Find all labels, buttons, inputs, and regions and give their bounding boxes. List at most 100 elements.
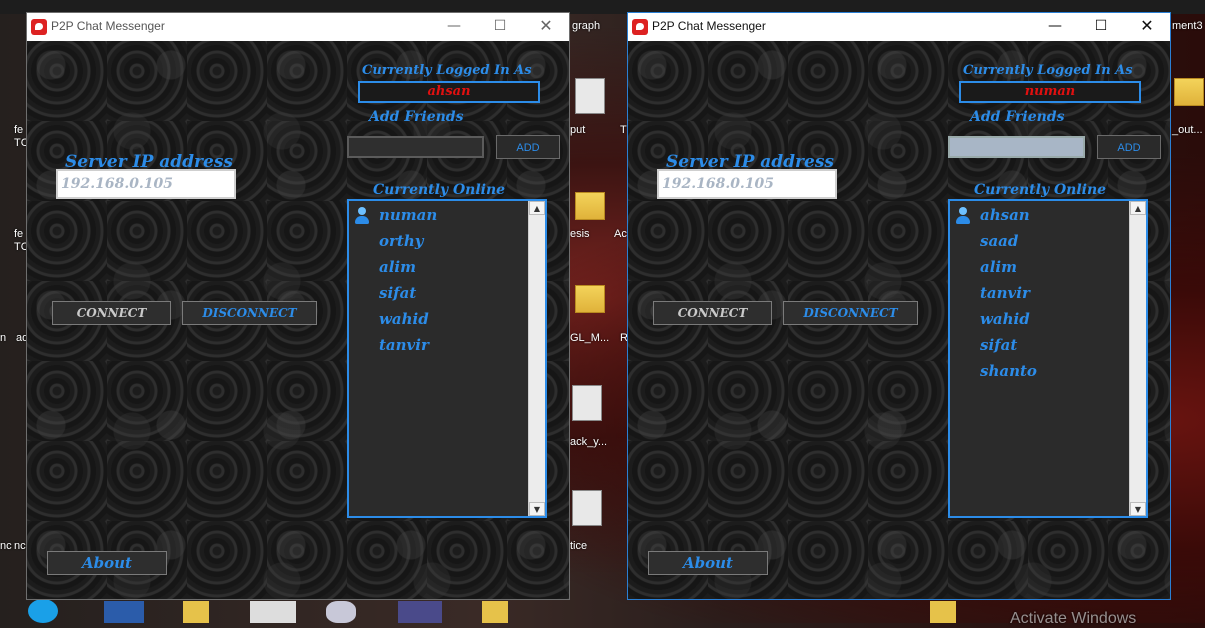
folder-icon[interactable]	[482, 601, 508, 623]
online-users-list[interactable]: ahsan saad alim tanvir wahid sifat shant…	[948, 199, 1148, 518]
desktop-file-icon[interactable]	[572, 490, 602, 526]
online-user-item[interactable]: wahid	[950, 307, 1128, 333]
online-user-name: alim	[379, 258, 416, 276]
desktop-file-icon[interactable]	[572, 385, 602, 421]
title-bar[interactable]: P2P Chat Messenger — ☐ ✕	[27, 13, 569, 41]
scroll-up-arrow-icon[interactable]: ▲	[1130, 201, 1146, 215]
add-friend-input[interactable]	[948, 136, 1085, 158]
logged-in-label: Currently Logged In As	[963, 63, 1133, 78]
desktop-label: esis	[570, 228, 590, 240]
desktop-label: GL_M...	[570, 332, 610, 344]
scroll-down-arrow-icon[interactable]: ▼	[1130, 502, 1146, 516]
server-ip-input[interactable]: 192.168.0.105	[56, 169, 236, 199]
maximize-button[interactable]: ☐	[1078, 13, 1124, 41]
logged-in-label: Currently Logged In As	[362, 63, 532, 78]
word-document-icon[interactable]	[104, 601, 144, 623]
currently-online-label: Currently Online	[373, 182, 506, 198]
chat-window-numan: P2P Chat Messenger — ☐ ✕ Currently Logge…	[627, 12, 1171, 600]
online-user-name: shanto	[980, 362, 1037, 380]
disconnect-button[interactable]: DISCONNECT	[783, 301, 918, 325]
online-user-item[interactable]: sifat	[349, 281, 527, 307]
online-user-name: wahid	[980, 310, 1030, 328]
online-user-item[interactable]: numan	[349, 203, 527, 229]
desktop-file-icon[interactable]	[575, 78, 605, 114]
window-title: P2P Chat Messenger	[51, 19, 165, 33]
scroll-track[interactable]	[529, 215, 545, 502]
desktop-label: tice	[570, 540, 588, 552]
online-user-name: numan	[379, 206, 438, 224]
add-friend-button[interactable]: ADD	[1097, 135, 1161, 159]
about-button[interactable]: About	[47, 551, 167, 575]
close-button[interactable]: ✕	[523, 13, 569, 41]
video-file-icon[interactable]	[398, 601, 442, 623]
close-button[interactable]: ✕	[1124, 13, 1170, 41]
connect-button[interactable]: CONNECT	[52, 301, 171, 325]
logged-in-user: ahsan	[358, 81, 540, 103]
online-user-item[interactable]: saad	[950, 229, 1128, 255]
add-friend-input[interactable]	[347, 136, 484, 158]
desktop-label: ack_y...	[570, 436, 608, 448]
logged-in-user: numan	[959, 81, 1141, 103]
desktop-bottom-icon-row	[0, 599, 1205, 623]
scroll-down-arrow-icon[interactable]: ▼	[529, 502, 545, 516]
online-user-name: sifat	[980, 336, 1018, 354]
desktop-label: Ac	[614, 228, 627, 240]
folder-icon[interactable]	[183, 601, 209, 623]
main-panel: Currently Logged In As ahsan Add Friends…	[27, 41, 569, 599]
title-bar[interactable]: P2P Chat Messenger — ☐ ✕	[628, 13, 1170, 41]
desktop-label: T	[620, 124, 627, 136]
user-icon	[955, 207, 971, 225]
online-user-name: ahsan	[980, 206, 1030, 224]
list-scrollbar[interactable]: ▲ ▼	[528, 201, 545, 516]
desktop-label: _out...	[1172, 124, 1203, 136]
online-users-list[interactable]: numan orthy alim sifat wahid tanvir ▲ ▼	[347, 199, 547, 518]
online-user-item[interactable]: ahsan	[950, 203, 1128, 229]
scroll-track[interactable]	[1130, 215, 1146, 502]
maximize-button[interactable]: ☐	[477, 13, 523, 41]
document-icon[interactable]	[250, 601, 296, 623]
about-button[interactable]: About	[648, 551, 768, 575]
chat-window-ahsan: P2P Chat Messenger — ☐ ✕ Currently Logge…	[26, 12, 570, 600]
user-icon	[354, 207, 370, 225]
main-panel: Currently Logged In As numan Add Friends…	[628, 41, 1170, 599]
add-friends-label: Add Friends	[970, 109, 1065, 125]
online-user-item[interactable]: wahid	[349, 307, 527, 333]
desktop-folder-icon[interactable]	[1174, 78, 1204, 106]
skype-icon[interactable]	[28, 599, 58, 623]
desktop-label: graph	[572, 20, 601, 32]
add-friend-button[interactable]: ADD	[496, 135, 560, 159]
online-user-item[interactable]: shanto	[950, 359, 1128, 385]
desktop-folder-icon[interactable]	[575, 192, 605, 220]
online-user-item[interactable]: tanvir	[950, 281, 1128, 307]
add-friends-label: Add Friends	[369, 109, 464, 125]
list-scrollbar[interactable]: ▲ ▼	[1129, 201, 1146, 516]
online-user-name: alim	[980, 258, 1017, 276]
currently-online-label: Currently Online	[974, 182, 1107, 198]
app-chat-icon	[31, 19, 47, 35]
online-user-item[interactable]: orthy	[349, 229, 527, 255]
folder-icon[interactable]	[930, 601, 956, 623]
minimize-button[interactable]: —	[1032, 13, 1078, 41]
connect-button[interactable]: CONNECT	[653, 301, 772, 325]
online-user-name: orthy	[379, 232, 424, 250]
online-user-name: tanvir	[980, 284, 1030, 302]
desktop-label: fe	[14, 228, 24, 240]
app-chat-icon	[632, 19, 648, 35]
disconnect-button[interactable]: DISCONNECT	[182, 301, 317, 325]
online-user-item[interactable]: sifat	[950, 333, 1128, 359]
online-user-item[interactable]: alim	[950, 255, 1128, 281]
scissors-icon[interactable]	[326, 601, 356, 623]
desktop-label: put	[570, 124, 586, 136]
server-ip-input[interactable]: 192.168.0.105	[657, 169, 837, 199]
desktop-label: fe	[14, 124, 24, 136]
online-user-item[interactable]: alim	[349, 255, 527, 281]
desktop-label: nc	[14, 540, 26, 552]
online-user-name: wahid	[379, 310, 429, 328]
desktop-folder-icon[interactable]	[575, 285, 605, 313]
desktop-label: ment3	[1172, 20, 1203, 32]
minimize-button[interactable]: —	[431, 13, 477, 41]
scroll-up-arrow-icon[interactable]: ▲	[529, 201, 545, 215]
online-user-name: tanvir	[379, 336, 429, 354]
online-user-name: sifat	[379, 284, 417, 302]
online-user-item[interactable]: tanvir	[349, 333, 527, 359]
